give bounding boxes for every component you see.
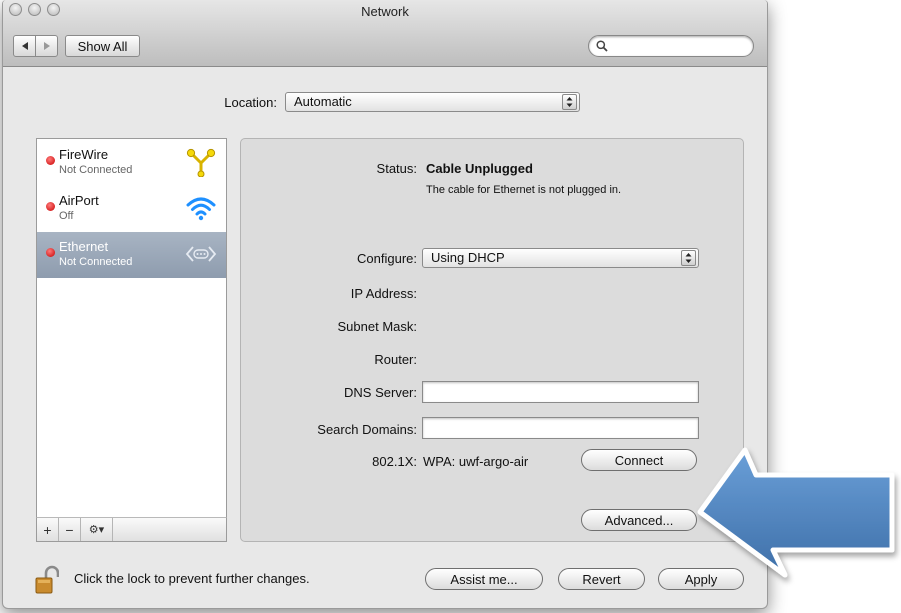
arrow-shape [697, 447, 895, 578]
callout-arrow [697, 447, 895, 578]
